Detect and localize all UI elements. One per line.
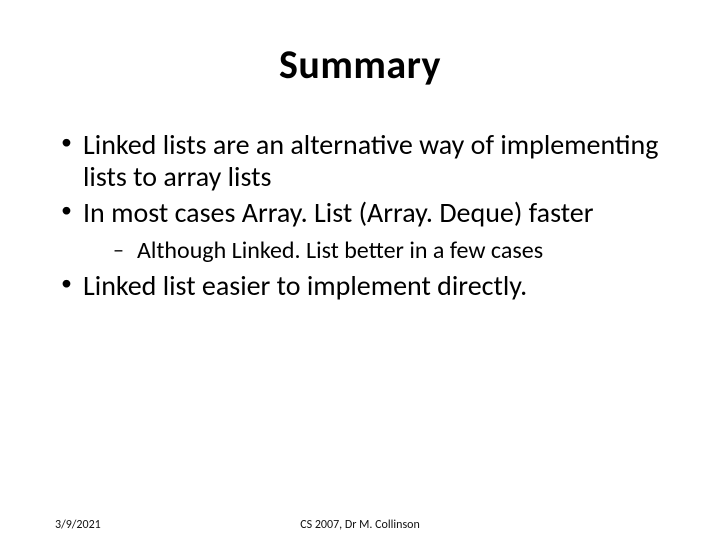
slide-title: Summary [55, 40, 665, 89]
bullet-item: Linked lists are an alternative way of i… [55, 129, 665, 193]
bullet-item: Linked list easier to implement directly… [55, 270, 665, 302]
bullet-text: In most cases Array. List (Array. Deque)… [83, 195, 593, 230]
bullet-text: Linked list easier to implement directly… [83, 268, 527, 303]
sub-bullet-text: Although Linked. List better in a few ca… [137, 236, 543, 265]
bullet-text: Linked lists are an alternative way of i… [83, 127, 658, 194]
bullet-list: Linked lists are an alternative way of i… [55, 129, 665, 302]
footer-center: CS 2007, Dr M. Collinson [0, 518, 720, 532]
bullet-item: In most cases Array. List (Array. Deque)… [55, 197, 665, 265]
slide: Summary Linked lists are an alternative … [0, 0, 720, 540]
sub-bullet-item: Although Linked. List better in a few ca… [83, 236, 665, 266]
sub-bullet-list: Although Linked. List better in a few ca… [83, 236, 665, 266]
